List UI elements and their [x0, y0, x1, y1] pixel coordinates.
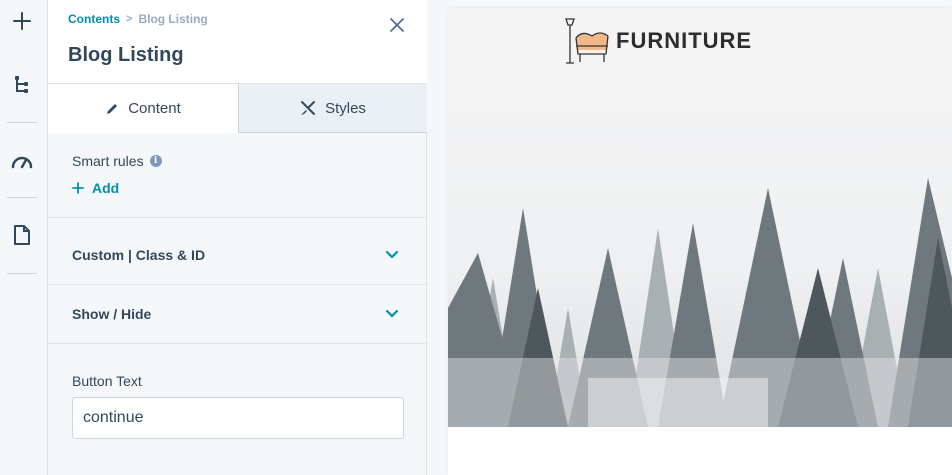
rail-divider — [7, 273, 37, 274]
button-text-input[interactable] — [72, 397, 404, 439]
layers-tree-button[interactable] — [6, 69, 38, 101]
rail-divider — [7, 197, 37, 198]
breadcrumb-current: Blog Listing — [138, 12, 208, 26]
smart-rules-label-row: Smart rules i — [72, 153, 162, 169]
tab-styles[interactable]: Styles — [239, 84, 427, 133]
tree-structure-icon — [15, 76, 28, 93]
accordion-label: Show / Hide — [72, 306, 152, 322]
add-smart-rule-label: Add — [92, 180, 120, 196]
site-header: FURNITURE — [448, 8, 952, 78]
chevron-down-icon — [385, 309, 399, 318]
optimize-button[interactable] — [6, 145, 38, 177]
page-settings-button[interactable] — [6, 219, 38, 251]
accordion-label: Custom | Class & ID — [72, 247, 206, 263]
chevron-down-icon — [385, 250, 399, 259]
site-logo[interactable]: FURNITURE — [562, 16, 752, 66]
document-icon — [14, 225, 30, 245]
tab-content[interactable]: Content — [48, 84, 239, 133]
panel-header: Contents > Blog Listing Blog Listing — [48, 0, 427, 84]
custom-class-id-accordion[interactable]: Custom | Class & ID — [48, 218, 427, 285]
tab-content-label: Content — [128, 100, 181, 117]
close-icon — [390, 18, 404, 32]
forest-image — [448, 78, 952, 427]
module-editor-panel: Contents > Blog Listing Blog Listing Con… — [48, 0, 427, 475]
info-icon[interactable]: i — [149, 155, 162, 167]
button-text-label: Button Text — [72, 373, 142, 389]
show-hide-accordion[interactable]: Show / Hide — [48, 285, 427, 344]
add-smart-rule-button[interactable]: Add — [72, 180, 119, 196]
close-panel-button[interactable] — [386, 14, 408, 36]
panel-tabs: Content Styles — [48, 84, 427, 133]
brush-icon — [301, 101, 316, 115]
left-toolbar — [0, 0, 48, 475]
hero-image-forest — [448, 78, 952, 427]
page-preview[interactable]: FURNITURE — [448, 8, 952, 475]
panel-title: Blog Listing — [68, 44, 184, 66]
plus-icon — [72, 182, 84, 194]
smart-rules-section: Smart rules i Add — [48, 133, 427, 218]
armchair-logo-icon — [565, 18, 609, 64]
tab-styles-label: Styles — [325, 99, 366, 117]
rail-divider — [7, 122, 37, 123]
plus-icon — [13, 12, 31, 30]
logo-text: FURNITURE — [616, 28, 753, 53]
speedometer-icon — [11, 156, 33, 169]
pencil-icon — [107, 103, 118, 114]
add-module-button[interactable] — [6, 5, 38, 37]
smart-rules-label: Smart rules — [72, 153, 144, 169]
breadcrumb-separator: > — [126, 13, 133, 25]
breadcrumb: Contents > Blog Listing — [68, 12, 208, 26]
breadcrumb-contents-link[interactable]: Contents — [68, 12, 120, 26]
